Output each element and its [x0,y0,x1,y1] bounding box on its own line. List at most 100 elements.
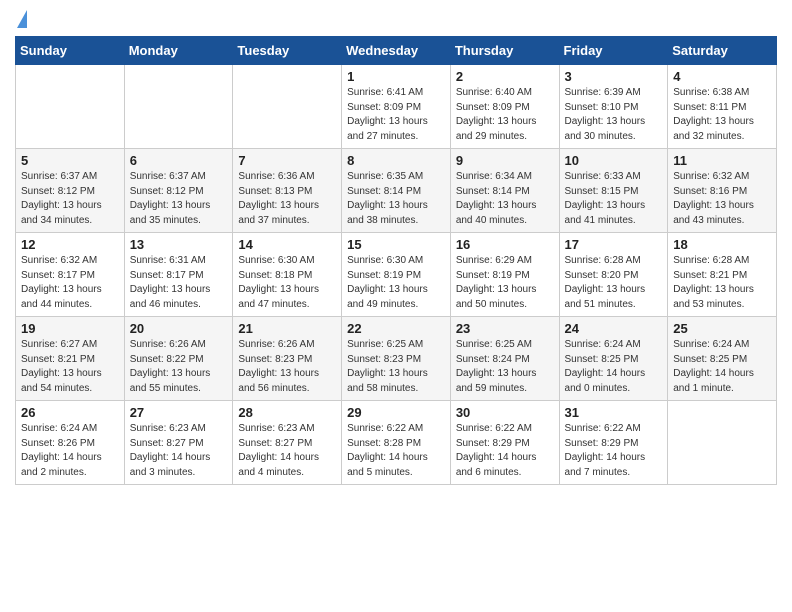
week-row: 1 Sunrise: 6:41 AM Sunset: 8:09 PM Daylig… [16,65,777,149]
day-number: 6 [130,153,228,168]
day-info: Sunrise: 6:29 AM Sunset: 8:19 PM Dayligh… [456,254,554,312]
calendar-body: 1 Sunrise: 6:41 AM Sunset: 8:09 PM Daylig… [16,65,777,485]
day-info: Sunrise: 6:33 AM Sunset: 8:15 PM Dayligh… [565,170,663,228]
table-row: 17 Sunrise: 6:28 AM Sunset: 8:20 PM Dayli… [559,233,668,317]
day-info: Sunrise: 6:37 AM Sunset: 8:12 PM Dayligh… [130,170,228,228]
table-row: 19 Sunrise: 6:27 AM Sunset: 8:21 PM Dayli… [16,317,125,401]
day-info: Sunrise: 6:22 AM Sunset: 8:29 PM Dayligh… [565,422,663,480]
day-number: 17 [565,237,663,252]
day-number: 3 [565,69,663,84]
logo-triangle-icon [17,10,27,28]
table-row: 11Sunrise: 6:32 AM Sunset: 8:16 PM Dayli… [668,149,777,233]
table-row: 24 Sunrise: 6:24 AM Sunset: 8:25 PM Dayli… [559,317,668,401]
day-number: 26 [21,405,119,420]
day-info: Sunrise: 6:31 AM Sunset: 8:17 PM Dayligh… [130,254,228,312]
day-number: 22 [347,321,445,336]
day-info: Sunrise: 6:35 AM Sunset: 8:14 PM Dayligh… [347,170,445,228]
logo [15,10,29,28]
day-info: Sunrise: 6:24 AM Sunset: 8:25 PM Dayligh… [565,338,663,396]
day-number: 29 [347,405,445,420]
day-number: 9 [456,153,554,168]
day-info: Sunrise: 6:28 AM Sunset: 8:20 PM Dayligh… [565,254,663,312]
table-row: 5 Sunrise: 6:37 AM Sunset: 8:12 PM Daylig… [16,149,125,233]
day-number: 19 [21,321,119,336]
table-row: 18Sunrise: 6:28 AM Sunset: 8:21 PM Dayli… [668,233,777,317]
table-row: 29 Sunrise: 6:22 AM Sunset: 8:28 PM Dayli… [342,401,451,485]
day-info: Sunrise: 6:25 AM Sunset: 8:24 PM Dayligh… [456,338,554,396]
table-row: 4 Sunrise: 6:38 AM Sunset: 8:11 PM Daylig… [668,65,777,149]
day-info: Sunrise: 6:27 AM Sunset: 8:21 PM Dayligh… [21,338,119,396]
week-row: 12 Sunrise: 6:32 AM Sunset: 8:17 PM Dayli… [16,233,777,317]
header-day-thursday: Thursday [450,37,559,65]
day-number: 7 [238,153,336,168]
table-row: 31 Sunrise: 6:22 AM Sunset: 8:29 PM Dayli… [559,401,668,485]
calendar-table: SundayMondayTuesdayWednesdayThursdayFrid… [15,36,777,485]
table-row: 2Sunrise: 6:40 AM Sunset: 8:09 PM Daylig… [450,65,559,149]
day-number: 18 [673,237,771,252]
table-row: 6 Sunrise: 6:37 AM Sunset: 8:12 PM Daylig… [124,149,233,233]
day-info: Sunrise: 6:37 AM Sunset: 8:12 PM Dayligh… [21,170,119,228]
week-row: 5 Sunrise: 6:37 AM Sunset: 8:12 PM Daylig… [16,149,777,233]
table-row [233,65,342,149]
table-row: 27Sunrise: 6:23 AM Sunset: 8:27 PM Dayli… [124,401,233,485]
page-header [15,10,777,28]
table-row: 12 Sunrise: 6:32 AM Sunset: 8:17 PM Dayli… [16,233,125,317]
day-number: 14 [238,237,336,252]
day-info: Sunrise: 6:41 AM Sunset: 8:09 PM Dayligh… [347,86,445,144]
day-number: 2 [456,69,554,84]
table-row: 3 Sunrise: 6:39 AM Sunset: 8:10 PM Daylig… [559,65,668,149]
header-day-wednesday: Wednesday [342,37,451,65]
table-row: 28 Sunrise: 6:23 AM Sunset: 8:27 PM Dayli… [233,401,342,485]
day-number: 1 [347,69,445,84]
table-row: 10Sunrise: 6:33 AM Sunset: 8:15 PM Dayli… [559,149,668,233]
table-row: 23Sunrise: 6:25 AM Sunset: 8:24 PM Dayli… [450,317,559,401]
table-row: 1 Sunrise: 6:41 AM Sunset: 8:09 PM Daylig… [342,65,451,149]
day-number: 5 [21,153,119,168]
table-row: 14 Sunrise: 6:30 AM Sunset: 8:18 PM Dayli… [233,233,342,317]
day-info: Sunrise: 6:39 AM Sunset: 8:10 PM Dayligh… [565,86,663,144]
day-info: Sunrise: 6:32 AM Sunset: 8:16 PM Dayligh… [673,170,771,228]
day-number: 30 [456,405,554,420]
table-row: 13 Sunrise: 6:31 AM Sunset: 8:17 PM Dayli… [124,233,233,317]
day-info: Sunrise: 6:24 AM Sunset: 8:25 PM Dayligh… [673,338,771,396]
day-number: 16 [456,237,554,252]
day-info: Sunrise: 6:26 AM Sunset: 8:23 PM Dayligh… [238,338,336,396]
day-number: 15 [347,237,445,252]
calendar-header: SundayMondayTuesdayWednesdayThursdayFrid… [16,37,777,65]
header-day-friday: Friday [559,37,668,65]
header-day-tuesday: Tuesday [233,37,342,65]
table-row: 8Sunrise: 6:35 AM Sunset: 8:14 PM Daylig… [342,149,451,233]
day-number: 12 [21,237,119,252]
table-row: 20Sunrise: 6:26 AM Sunset: 8:22 PM Dayli… [124,317,233,401]
day-number: 4 [673,69,771,84]
header-day-monday: Monday [124,37,233,65]
day-info: Sunrise: 6:32 AM Sunset: 8:17 PM Dayligh… [21,254,119,312]
day-info: Sunrise: 6:22 AM Sunset: 8:29 PM Dayligh… [456,422,554,480]
table-row: 16 Sunrise: 6:29 AM Sunset: 8:19 PM Dayli… [450,233,559,317]
day-info: Sunrise: 6:23 AM Sunset: 8:27 PM Dayligh… [238,422,336,480]
day-info: Sunrise: 6:30 AM Sunset: 8:19 PM Dayligh… [347,254,445,312]
day-info: Sunrise: 6:26 AM Sunset: 8:22 PM Dayligh… [130,338,228,396]
table-row: 21Sunrise: 6:26 AM Sunset: 8:23 PM Dayli… [233,317,342,401]
day-info: Sunrise: 6:38 AM Sunset: 8:11 PM Dayligh… [673,86,771,144]
table-row: 7Sunrise: 6:36 AM Sunset: 8:13 PM Daylig… [233,149,342,233]
table-row: 26 Sunrise: 6:24 AM Sunset: 8:26 PM Dayli… [16,401,125,485]
header-row: SundayMondayTuesdayWednesdayThursdayFrid… [16,37,777,65]
day-number: 28 [238,405,336,420]
day-info: Sunrise: 6:22 AM Sunset: 8:28 PM Dayligh… [347,422,445,480]
day-info: Sunrise: 6:24 AM Sunset: 8:26 PM Dayligh… [21,422,119,480]
table-row: 9 Sunrise: 6:34 AM Sunset: 8:14 PM Daylig… [450,149,559,233]
day-info: Sunrise: 6:23 AM Sunset: 8:27 PM Dayligh… [130,422,228,480]
header-day-saturday: Saturday [668,37,777,65]
table-row [124,65,233,149]
day-info: Sunrise: 6:30 AM Sunset: 8:18 PM Dayligh… [238,254,336,312]
table-row: 30 Sunrise: 6:22 AM Sunset: 8:29 PM Dayli… [450,401,559,485]
day-number: 24 [565,321,663,336]
table-row: 22Sunrise: 6:25 AM Sunset: 8:23 PM Dayli… [342,317,451,401]
day-number: 13 [130,237,228,252]
table-row: 15 Sunrise: 6:30 AM Sunset: 8:19 PM Dayli… [342,233,451,317]
day-info: Sunrise: 6:34 AM Sunset: 8:14 PM Dayligh… [456,170,554,228]
table-row [668,401,777,485]
table-row: 25Sunrise: 6:24 AM Sunset: 8:25 PM Dayli… [668,317,777,401]
day-number: 31 [565,405,663,420]
